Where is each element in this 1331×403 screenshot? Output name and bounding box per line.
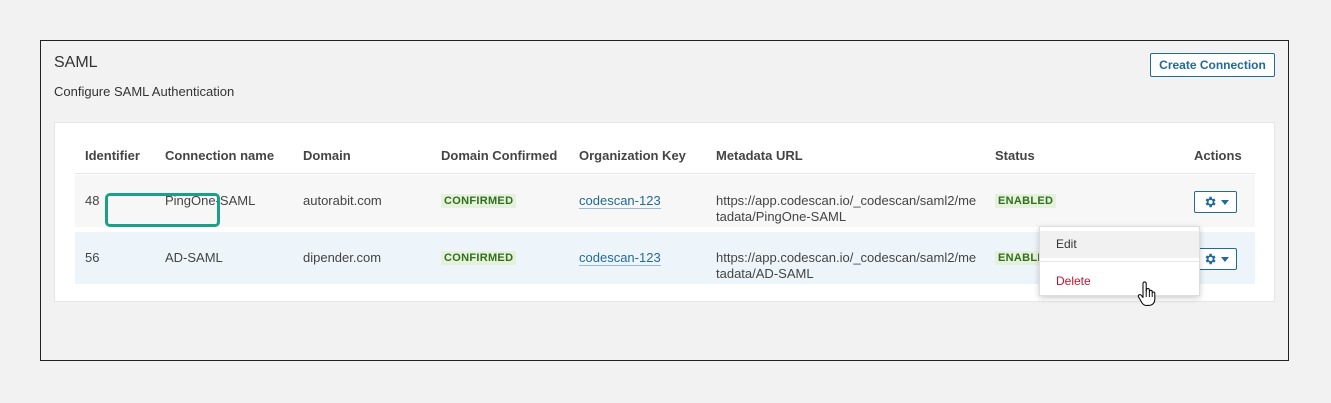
gear-icon (1205, 196, 1216, 208)
confirmed-badge: CONFIRMED (441, 194, 517, 208)
chevron-down-icon (1220, 199, 1229, 205)
cell-metadata-url: https://app.codescan.io/_codescan/saml2/… (716, 250, 977, 281)
chevron-down-icon (1220, 256, 1229, 262)
saml-panel: SAML Configure SAML Authentication Creat… (40, 40, 1289, 361)
create-connection-button[interactable]: Create Connection (1150, 53, 1275, 77)
column-header-metadata-url: Metadata URL (716, 148, 803, 163)
menu-item-edit[interactable]: Edit (1040, 231, 1199, 258)
page-subtitle: Configure SAML Authentication (54, 84, 235, 99)
column-header-connection-name: Connection name (165, 148, 275, 163)
org-key-link-text[interactable]: codescan-123 (579, 250, 661, 266)
column-header-status: Status (995, 148, 1035, 163)
cell-domain: autorabit.com (303, 193, 382, 208)
table-header: Identifier Connection name Domain Domain… (75, 123, 1255, 174)
menu-item-delete[interactable]: Delete (1040, 269, 1199, 293)
actions-dropdown-button[interactable] (1194, 191, 1237, 213)
actions-dropdown-button[interactable] (1194, 248, 1237, 270)
page-title: SAML (54, 54, 98, 71)
column-header-domain-confirmed: Domain Confirmed (441, 148, 558, 163)
column-header-organization-key: Organization Key (579, 148, 686, 163)
column-header-domain: Domain (303, 148, 351, 163)
cell-connection-name: AD-SAML (165, 250, 223, 265)
org-key-link[interactable]: codescan-123 (579, 250, 661, 266)
cell-metadata-url: https://app.codescan.io/_codescan/saml2/… (716, 193, 977, 224)
menu-divider (1040, 261, 1199, 262)
org-key-link[interactable]: codescan-123 (579, 193, 661, 209)
cell-identifier: 48 (85, 193, 100, 208)
table-row: 48 PingOne-SAML autorabit.com CONFIRMED … (75, 175, 1255, 227)
status-badge: ENABLED (995, 194, 1057, 208)
actions-menu: Edit Delete (1039, 226, 1200, 296)
column-header-actions: Actions (1194, 148, 1242, 163)
cell-identifier: 56 (85, 250, 100, 265)
row-highlight-box (105, 193, 220, 227)
cell-domain: dipender.com (303, 250, 382, 265)
hand-pointer-icon (1137, 281, 1156, 306)
confirmed-badge: CONFIRMED (441, 251, 517, 265)
column-header-identifier: Identifier (85, 148, 140, 163)
gear-icon (1205, 253, 1216, 265)
org-key-link-text[interactable]: codescan-123 (579, 193, 661, 209)
